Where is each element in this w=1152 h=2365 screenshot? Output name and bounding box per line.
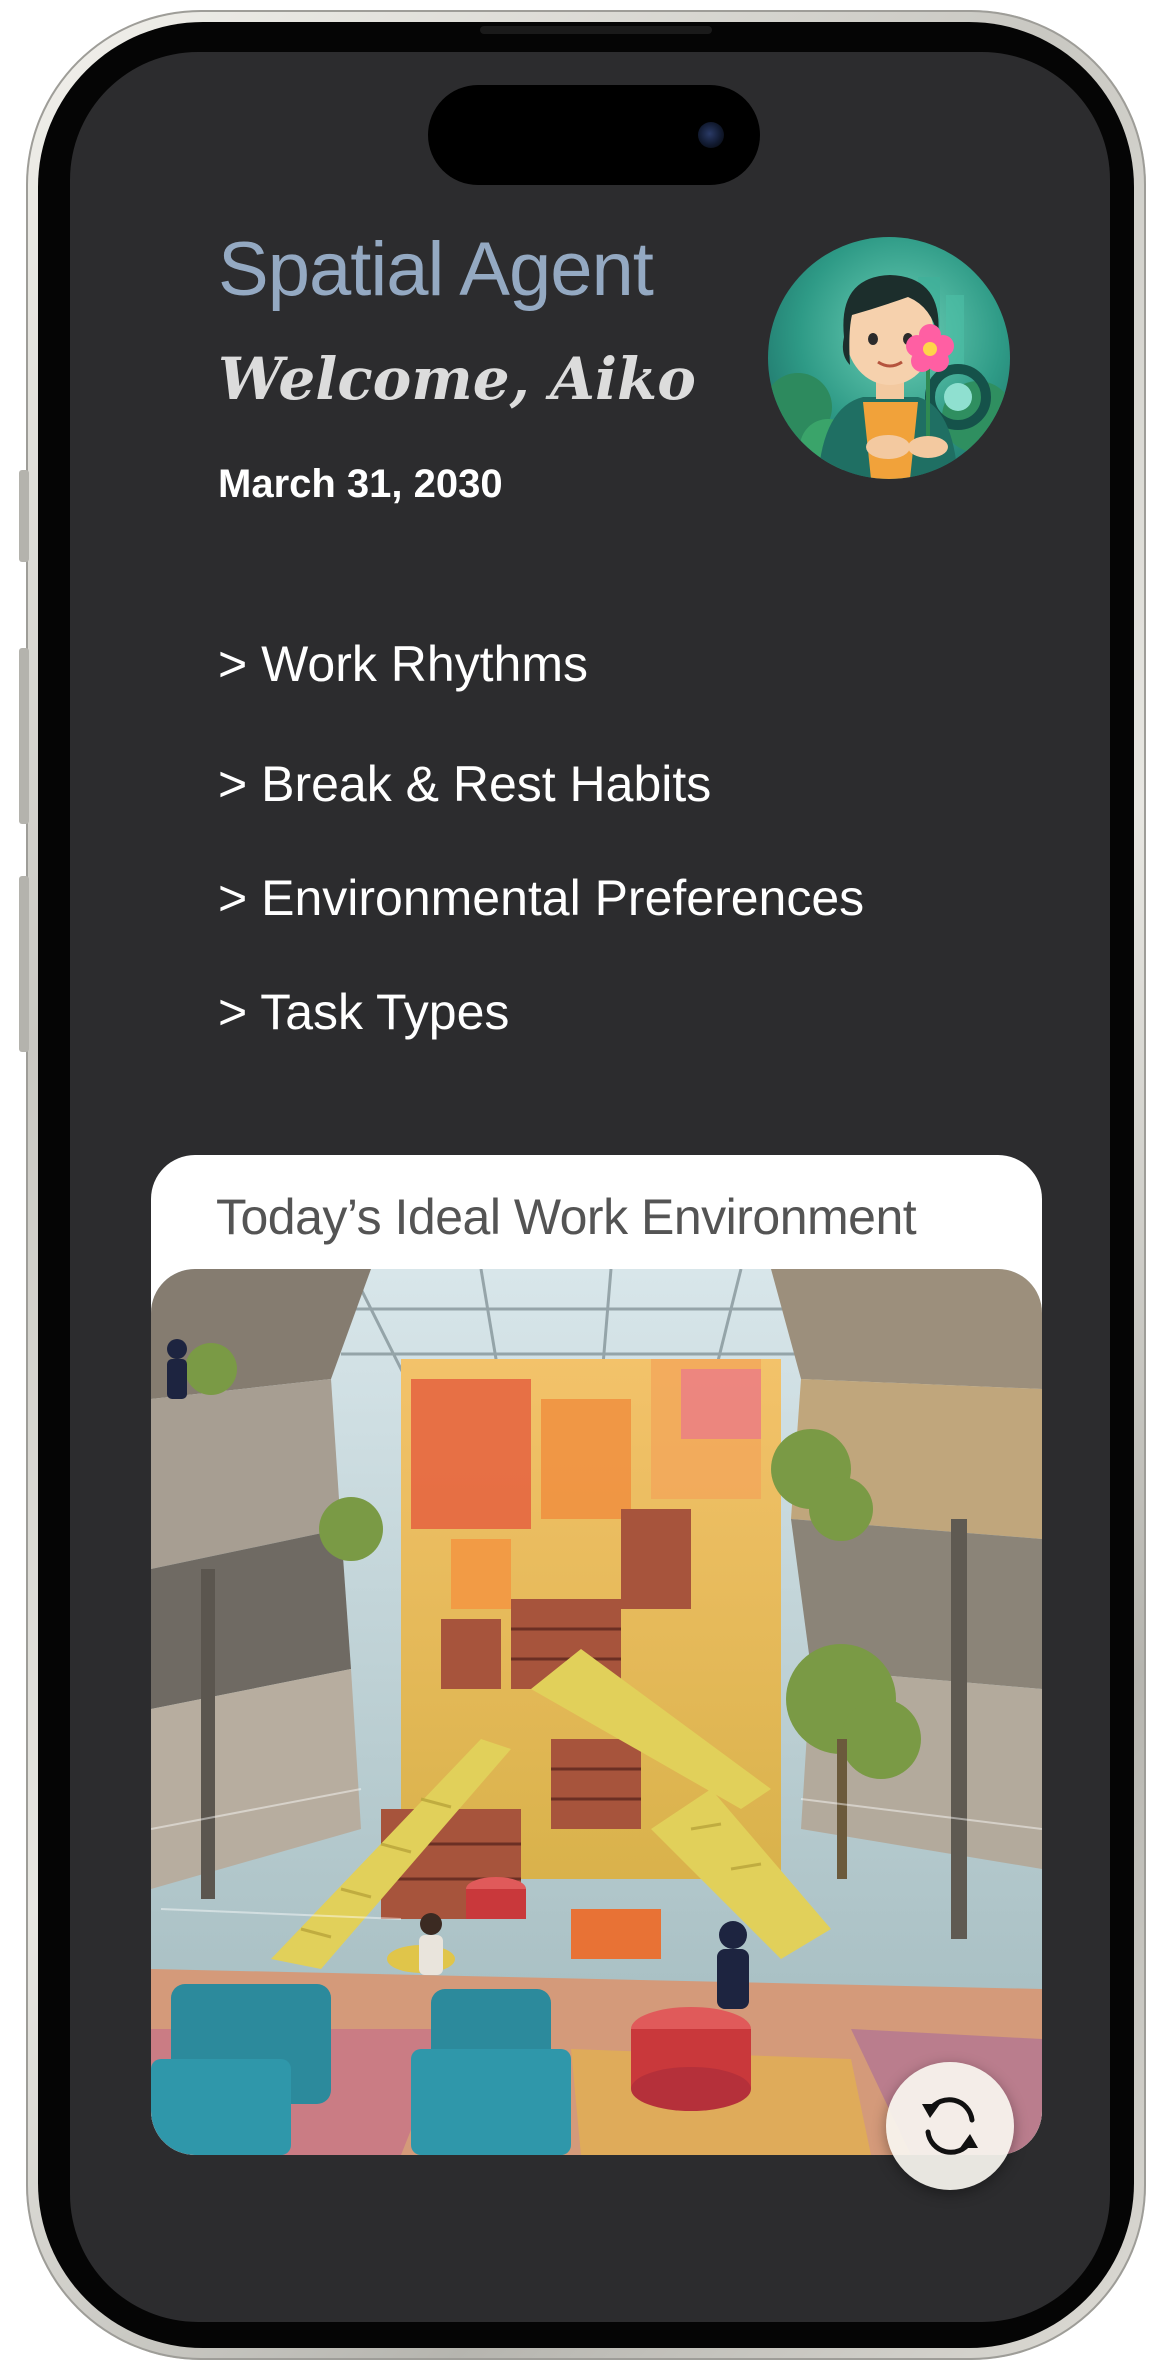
- welcome-message: Welcome, Aiko: [218, 345, 696, 413]
- avatar[interactable]: [768, 237, 1010, 479]
- menu-item-task-types[interactable]: > Task Types: [218, 987, 509, 1037]
- volume-down-button: [19, 876, 29, 1052]
- camera-icon: [698, 122, 724, 148]
- volume-up-button: [19, 648, 29, 824]
- environment-card-title: Today’s Ideal Work Environment: [216, 1189, 917, 1245]
- refresh-button[interactable]: [886, 2062, 1014, 2190]
- environment-card: Today’s Ideal Work Environment: [151, 1155, 1042, 2155]
- earpiece-slot: [480, 26, 712, 34]
- environment-image: [151, 1269, 1042, 2155]
- menu-item-break-rest-habits[interactable]: > Break & Rest Habits: [218, 759, 711, 809]
- phone-screen: Spatial Agent Welcome, Aiko March 31, 20…: [70, 52, 1110, 2322]
- refresh-icon: [922, 2097, 978, 2155]
- menu-item-environmental-preferences[interactable]: > Environmental Preferences: [218, 873, 864, 923]
- dynamic-island: [428, 85, 760, 185]
- action-button: [19, 470, 29, 562]
- app-title: Spatial Agent: [218, 227, 654, 312]
- menu-item-work-rhythms[interactable]: > Work Rhythms: [218, 639, 588, 689]
- current-date: March 31, 2030: [218, 462, 503, 506]
